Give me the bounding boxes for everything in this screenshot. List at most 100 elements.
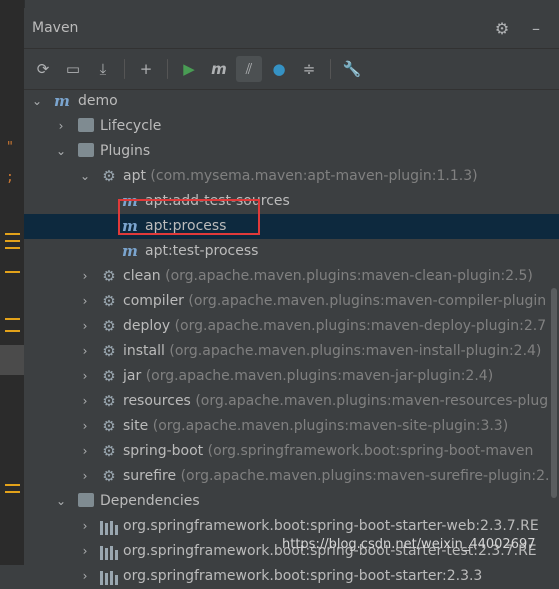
plugins-folder-icon: [78, 143, 94, 157]
plugin-name: clean: [123, 268, 161, 284]
plugin-coordinates: (org.apache.maven.plugins:maven-install-…: [169, 343, 542, 359]
tree-node-plugin[interactable]: › ⚙ surefire (org.apache.maven.plugins:m…: [24, 464, 559, 489]
tree-node-plugin[interactable]: › ⚙ deploy (org.apache.maven.plugins:mav…: [24, 314, 559, 339]
maven-goal-icon[interactable]: m: [206, 56, 232, 82]
chevron-right-icon[interactable]: ›: [78, 564, 92, 589]
change-marker: [5, 318, 20, 320]
chevron-right-icon[interactable]: ›: [78, 464, 92, 489]
code-glyph: ;: [6, 170, 14, 185]
minimize-icon[interactable]: –: [527, 19, 545, 38]
reimport-folder-icon[interactable]: ▭: [60, 56, 86, 82]
gear-icon[interactable]: ⚙: [493, 19, 511, 38]
chevron-down-icon[interactable]: ⌄: [54, 489, 68, 514]
plugin-icon: ⚙: [102, 367, 116, 385]
tree-node-goal-selected[interactable]: m apt:process: [24, 214, 559, 239]
plugin-coordinates: (org.apache.maven.plugins:maven-surefire…: [180, 468, 550, 484]
plugin-coordinates: (org.apache.maven.plugins:maven-clean-pl…: [165, 268, 533, 284]
goal-label: apt:test-process: [145, 243, 259, 259]
toggle-offline-icon[interactable]: ⫽: [236, 56, 262, 82]
chevron-down-icon[interactable]: ⌄: [54, 139, 68, 164]
tree-node-demo[interactable]: ⌄ m demo: [24, 89, 559, 114]
chevron-right-icon[interactable]: ›: [78, 439, 92, 464]
change-marker: [5, 484, 20, 486]
chevron-right-icon[interactable]: ›: [78, 514, 92, 539]
chevron-right-icon[interactable]: ›: [78, 414, 92, 439]
skip-tests-icon[interactable]: ●: [266, 56, 292, 82]
plugin-coordinates: (org.apache.maven.plugins:maven-resource…: [195, 393, 549, 409]
plugin-icon: ⚙: [102, 267, 116, 285]
collapse-all-icon[interactable]: ≑: [296, 56, 322, 82]
tree-node-plugin[interactable]: › ⚙ spring-boot (org.springframework.boo…: [24, 439, 559, 464]
plugin-icon: ⚙: [102, 392, 116, 410]
tree-node-plugin[interactable]: › ⚙ jar (org.apache.maven.plugins:maven-…: [24, 364, 559, 389]
library-icon: [100, 517, 118, 535]
change-marker: [5, 233, 20, 235]
reload-icon[interactable]: ⟳: [30, 56, 56, 82]
plugin-coordinates: (org.apache.maven.plugins:maven-jar-plug…: [145, 368, 494, 384]
chevron-right-icon[interactable]: ›: [78, 314, 92, 339]
plugin-icon: ⚙: [102, 342, 116, 360]
dependencies-label: Dependencies: [100, 493, 200, 509]
chevron-right-icon[interactable]: ›: [78, 364, 92, 389]
editor-scroll-area: [0, 345, 24, 375]
change-marker: [5, 247, 20, 249]
chevron-right-icon[interactable]: ›: [78, 539, 92, 564]
chevron-down-icon[interactable]: ⌄: [78, 164, 92, 189]
tool-window-header: Maven ⚙ –: [24, 8, 559, 49]
tree-node-goal[interactable]: m apt:add-test-sources: [24, 189, 559, 214]
project-name: demo: [78, 93, 118, 109]
chevron-right-icon[interactable]: ›: [54, 114, 68, 139]
tree-node-dependency[interactable]: › org.springframework.boot:spring-boot-s…: [24, 514, 559, 539]
maven-project-tree: ⌄ m demo › Lifecycle ⌄ Plugins ⌄ ⚙ apt (…: [24, 89, 559, 589]
tree-node-plugin[interactable]: › ⚙ compiler (org.apache.maven.plugins:m…: [24, 289, 559, 314]
tree-scrollbar[interactable]: [551, 288, 557, 498]
plugin-icon: ⚙: [102, 417, 116, 435]
maven-toolbar: ⟳ ▭ ⤓ + ▶ m ⫽ ● ≑ 🔧: [24, 49, 559, 90]
chevron-right-icon[interactable]: ›: [78, 339, 92, 364]
plugin-name: compiler: [123, 293, 184, 309]
tree-node-plugin[interactable]: › ⚙ resources (org.apache.maven.plugins:…: [24, 389, 559, 414]
tree-node-goal[interactable]: m apt:test-process: [24, 239, 559, 264]
plugin-icon: ⚙: [102, 167, 116, 185]
tree-node-plugin-apt[interactable]: ⌄ ⚙ apt (com.mysema.maven:apt-maven-plug…: [24, 164, 559, 189]
download-icon[interactable]: ⤓: [90, 56, 116, 82]
maven-tool-window: Maven ⚙ – ⟳ ▭ ⤓ + ▶ m ⫽ ● ≑ 🔧 ⌄ m demo ›…: [24, 8, 559, 585]
add-icon[interactable]: +: [133, 56, 159, 82]
plugin-name: resources: [123, 393, 191, 409]
change-marker: [5, 491, 20, 493]
plugin-icon: ⚙: [102, 467, 116, 485]
plugin-coordinates: (org.apache.maven.plugins:maven-deploy-p…: [174, 318, 547, 334]
tree-node-plugin[interactable]: › ⚙ site (org.apache.maven.plugins:maven…: [24, 414, 559, 439]
watermark: https://blog.csdn.net/weixin_44002697: [282, 537, 536, 552]
library-icon: [100, 567, 118, 585]
plugin-name: install: [123, 343, 165, 359]
tree-node-dependencies[interactable]: ⌄ Dependencies: [24, 489, 559, 514]
tree-node-plugin[interactable]: › ⚙ install (org.apache.maven.plugins:ma…: [24, 339, 559, 364]
lifecycle-label: Lifecycle: [100, 118, 162, 134]
plugin-name: site: [123, 418, 149, 434]
tree-node-plugin[interactable]: › ⚙ clean (org.apache.maven.plugins:mave…: [24, 264, 559, 289]
chevron-right-icon[interactable]: ›: [78, 264, 92, 289]
code-glyph: ": [6, 140, 14, 155]
tool-window-title: Maven: [32, 20, 79, 36]
tree-node-plugins[interactable]: ⌄ Plugins: [24, 139, 559, 164]
plugin-name: surefire: [123, 468, 177, 484]
tree-node-dependency[interactable]: › org.springframework.boot:spring-boot-s…: [24, 564, 559, 589]
chevron-right-icon[interactable]: ›: [78, 289, 92, 314]
plugin-name: deploy: [123, 318, 171, 334]
dependencies-folder-icon: [78, 493, 94, 507]
tree-node-lifecycle[interactable]: › Lifecycle: [24, 114, 559, 139]
chevron-right-icon[interactable]: ›: [78, 389, 92, 414]
run-icon[interactable]: ▶: [176, 56, 202, 82]
chevron-down-icon[interactable]: ⌄: [30, 89, 44, 114]
plugin-coordinates: (org.apache.maven.plugins:maven-site-plu…: [152, 418, 509, 434]
plugins-label: Plugins: [100, 143, 151, 159]
toolbar-separator: [330, 59, 331, 79]
settings-wrench-icon[interactable]: 🔧: [339, 56, 365, 82]
dependency-label: org.springframework.boot:spring-boot-sta…: [123, 518, 539, 534]
library-icon: [100, 542, 118, 560]
maven-goal-icon: m: [122, 242, 138, 260]
plugin-icon: ⚙: [102, 442, 116, 460]
toolbar-separator: [124, 59, 125, 79]
change-marker: [5, 330, 20, 332]
